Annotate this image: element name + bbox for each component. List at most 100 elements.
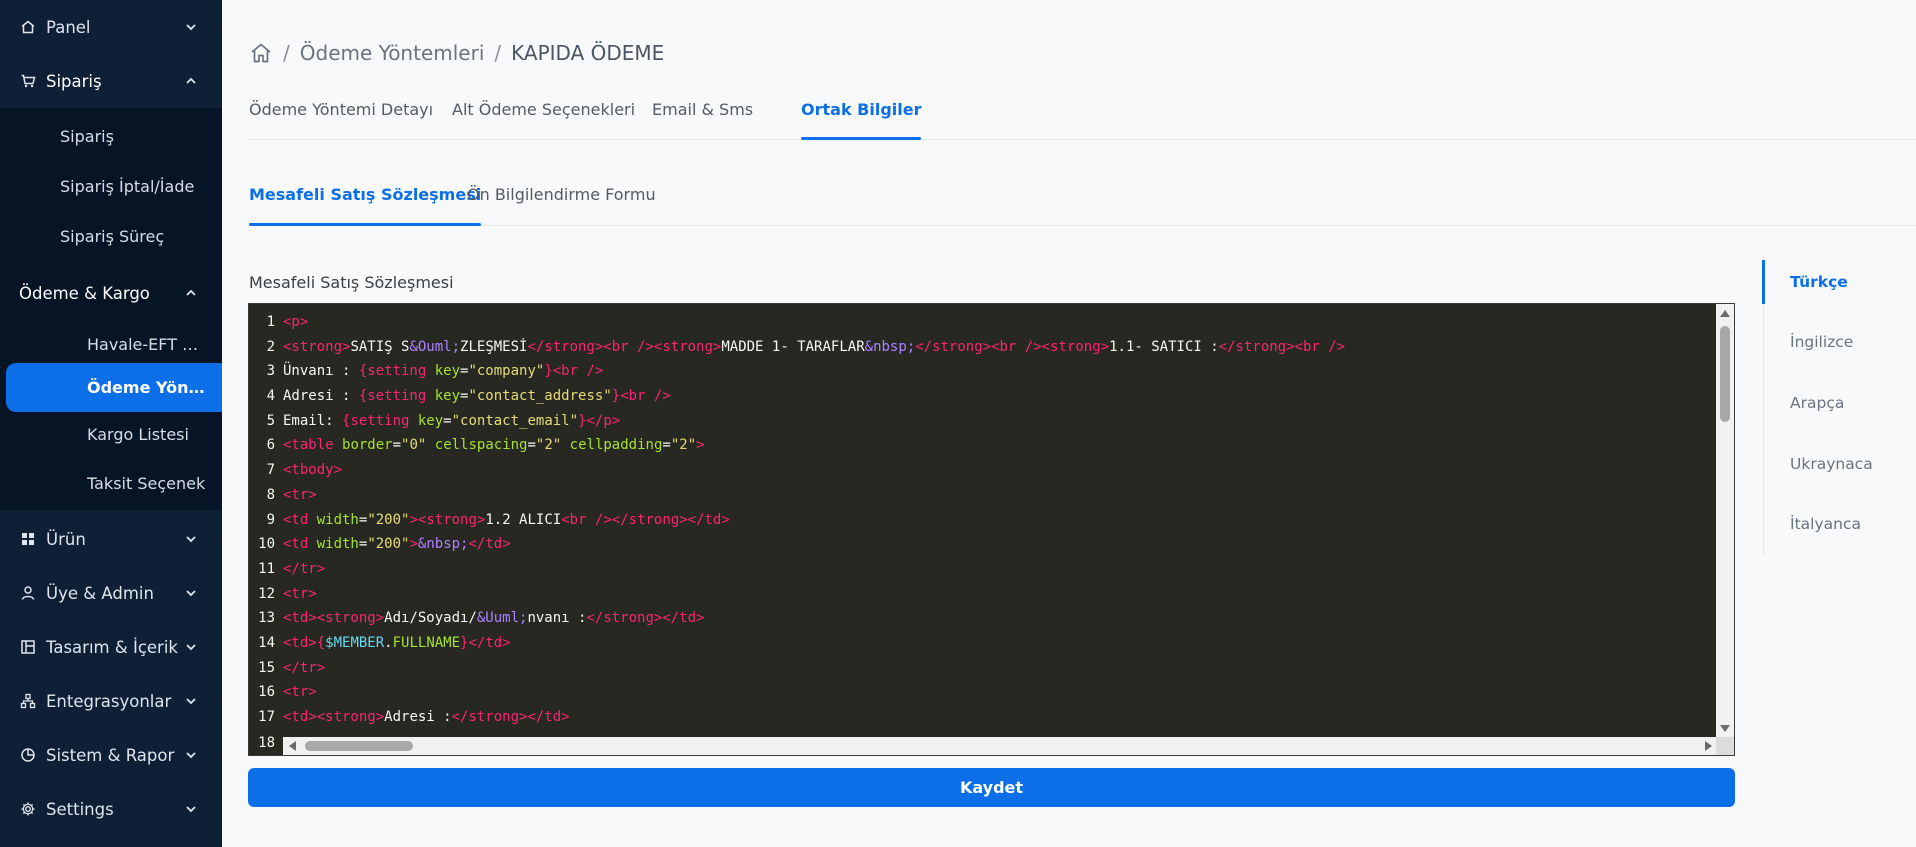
code-token: <strong> — [1041, 338, 1110, 355]
code-line[interactable]: 1 <p> — [249, 310, 1717, 335]
sidebar-item-tasarim-icerik[interactable]: Tasarım & İçerik — [0, 620, 222, 674]
vertical-scrollbar[interactable] — [1716, 304, 1734, 738]
line-content[interactable]: </tr> — [283, 656, 1717, 681]
code-token: <br /> — [603, 338, 654, 355]
code-token: </td> — [468, 536, 511, 553]
code-line[interactable]: 15 </tr> — [249, 656, 1717, 681]
sidebar-subitem-havale-eft[interactable]: Havale-EFT Bil... — [0, 320, 222, 369]
sidebar-item-entegrasyonlar[interactable]: Entegrasyonlar — [0, 674, 222, 728]
tab-odeme-yontemi-detayi[interactable]: Ödeme Yöntemi Detayı — [249, 100, 433, 139]
code-token: </td> — [662, 610, 705, 627]
code-line[interactable]: 17 <td><strong>Adresi :</strong></td> — [249, 705, 1717, 730]
lang-tab-ingilizce[interactable]: İngilizce — [1764, 320, 1916, 364]
lang-tab-arapca[interactable]: Arapça — [1764, 381, 1916, 425]
code-line[interactable]: 4 Adresi : {setting key="contact_address"… — [249, 384, 1717, 409]
code-line[interactable]: 10 <td width="200">&nbsp;</td> — [249, 532, 1717, 557]
code-token: } — [544, 363, 553, 380]
code-line[interactable]: 5 Email: {setting key="contact_email"}</p… — [249, 409, 1717, 434]
line-content[interactable]: <td><strong>Adı/Soyadı/&Uuml;nvanı :</st… — [283, 606, 1717, 631]
sidebar-subitem-siparis-surec[interactable]: Sipariş Süreç — [0, 212, 222, 261]
code-line[interactable]: 6 <table border="0" cellspacing="2" cellp… — [249, 433, 1717, 458]
code-token: = — [392, 437, 402, 454]
line-number: 6 — [266, 437, 275, 454]
code-token: "0" — [401, 437, 427, 454]
tab-on-bilgilendirme-formu[interactable]: Ön Bilgilendirme Formu — [467, 185, 656, 225]
line-content[interactable]: <td width="200">&nbsp;</td> — [283, 532, 1717, 557]
sidebar-item-odeme-kargo[interactable]: Ödeme & Kargo — [0, 266, 222, 320]
line-content[interactable]: <table border="0" cellspacing="2" cellpa… — [283, 433, 1717, 458]
line-content[interactable]: <tr> — [283, 582, 1717, 607]
sidebar-subitem-siparis-iptal[interactable]: Sipariş İptal/İade — [0, 162, 222, 211]
sidebar-subitem-siparis[interactable]: Sipariş — [0, 112, 222, 161]
scroll-up-arrow-icon[interactable] — [1720, 310, 1730, 317]
code-token: <br /> — [561, 511, 612, 528]
code-line[interactable]: 14 <td>{$MEMBER.FULLNAME}</td> — [249, 631, 1717, 656]
line-number: 15 — [258, 659, 275, 676]
line-content[interactable]: <p> — [283, 310, 1717, 335]
sidebar-item-panel[interactable]: Panel — [0, 0, 222, 54]
code-line[interactable]: 9 <td width="200"><strong>1.2 ALICI<br />… — [249, 508, 1717, 533]
code-token: </strong> — [1218, 338, 1295, 355]
tab-email-sms[interactable]: Email & Sms — [652, 100, 753, 139]
code-token: "200" — [367, 536, 410, 553]
code-token: </tr> — [283, 560, 326, 577]
code-token: &Uuml; — [476, 610, 528, 627]
line-content[interactable]: Adresi : {setting key="contact_address"}… — [283, 384, 1717, 409]
code-line[interactable]: 3 Ünvanı : {setting key="company"}<br /> — [249, 359, 1717, 384]
line-content[interactable]: Email: {setting key="contact_email"}</p> — [283, 409, 1717, 434]
line-content[interactable]: <strong>SATIŞ S&Ouml;ZLEŞMESİ</strong><b… — [283, 335, 1717, 360]
sidebar-item-label: Panel — [46, 17, 91, 37]
code-token: key — [417, 412, 444, 429]
code-line[interactable]: 12 <tr> — [249, 582, 1717, 607]
code-line[interactable]: 7 <tbody> — [249, 458, 1717, 483]
sidebar-item-uye-admin[interactable]: Üye & Admin — [0, 566, 222, 620]
line-number: 13 — [258, 610, 275, 627]
line-content[interactable]: <td>{$MEMBER.FULLNAME}</td> — [283, 631, 1717, 656]
code-line[interactable]: 13 <td><strong>Adı/Soyadı/&Uuml;nvanı :</… — [249, 606, 1717, 631]
scroll-right-arrow-icon[interactable] — [1705, 741, 1712, 751]
horizontal-scrollbar[interactable] — [283, 737, 1718, 755]
code-line[interactable]: 11 </tr> — [249, 557, 1717, 582]
line-number: 3 — [266, 363, 275, 380]
main-content: / Ödeme Yöntemleri / KAPIDA ÖDEME Ödeme … — [222, 0, 1916, 847]
code-lines[interactable]: 1 <p> 2 <strong>SATIŞ S&Ouml;ZLEŞMESİ</stro… — [249, 310, 1717, 730]
home-icon[interactable] — [249, 41, 273, 65]
sidebar-item-sistem-rapor[interactable]: Sistem & Rapor — [0, 728, 222, 782]
line-number: 12 — [258, 585, 275, 602]
scrollbar-thumb[interactable] — [305, 741, 413, 751]
tab-ortak-bilgiler[interactable]: Ortak Bilgiler — [801, 100, 922, 140]
sidebar-item-siparis[interactable]: Sipariş — [0, 54, 222, 108]
line-content[interactable]: Ünvanı : {setting key="company"}<br /> — [283, 359, 1717, 384]
code-line[interactable]: 8 <tr> — [249, 483, 1717, 508]
sidebar-item-urun[interactable]: Ürün — [0, 512, 222, 566]
line-content[interactable]: <td><strong>Adresi :</strong></td> — [283, 705, 1717, 730]
sidebar-subitem-kargo-listesi[interactable]: Kargo Listesi — [0, 410, 222, 459]
chevron-down-icon — [186, 24, 196, 31]
code-line[interactable]: 2 <strong>SATIŞ S&Ouml;ZLEŞMESİ</strong><… — [249, 335, 1717, 360]
code-token: key — [434, 363, 461, 380]
save-button[interactable]: Kaydet — [248, 768, 1735, 807]
tab-mesafeli-satis-sozlesmesi[interactable]: Mesafeli Satış Sözleşmesi — [249, 185, 482, 226]
lang-tab-ukraynaca[interactable]: Ukraynaca — [1764, 442, 1916, 486]
code-line[interactable]: 16 <tr> — [249, 680, 1717, 705]
scroll-down-arrow-icon[interactable] — [1720, 725, 1730, 732]
line-content[interactable]: </tr> — [283, 557, 1717, 582]
scroll-left-arrow-icon[interactable] — [289, 741, 296, 751]
code-editor[interactable]: 1 <p> 2 <strong>SATIŞ S&Ouml;ZLEŞMESİ</stro… — [248, 303, 1735, 756]
lang-tab-italyanca[interactable]: İtalyanca — [1764, 502, 1916, 546]
sidebar-subitem-odeme-yontem[interactable]: Ödeme Yöntem — [6, 363, 222, 412]
chevron-down-icon — [186, 590, 196, 597]
line-content[interactable]: <tbody> — [283, 458, 1717, 483]
code-token: Ünvanı : — [283, 363, 359, 380]
lang-tab-turkce[interactable]: Türkçe — [1762, 260, 1916, 304]
sidebar-item-settings[interactable]: Settings — [0, 782, 222, 836]
sidebar-subitem-taksit-secenek[interactable]: Taksit Seçenek — [0, 459, 222, 508]
tab-alt-odeme-secenekleri[interactable]: Alt Ödeme Seçenekleri — [452, 100, 635, 139]
scrollbar-thumb[interactable] — [1720, 326, 1730, 422]
line-content[interactable]: <tr> — [283, 483, 1717, 508]
sidebar: Panel Sipariş Sipariş Sipariş İptal/İade… — [0, 0, 222, 847]
line-content[interactable]: <td width="200"><strong>1.2 ALICI<br /><… — [283, 508, 1717, 533]
siparis-submenu: Sipariş Sipariş İptal/İade Sipariş Süreç — [0, 108, 222, 266]
breadcrumb-item[interactable]: Ödeme Yöntemleri — [300, 41, 485, 65]
line-content[interactable]: <tr> — [283, 680, 1717, 705]
